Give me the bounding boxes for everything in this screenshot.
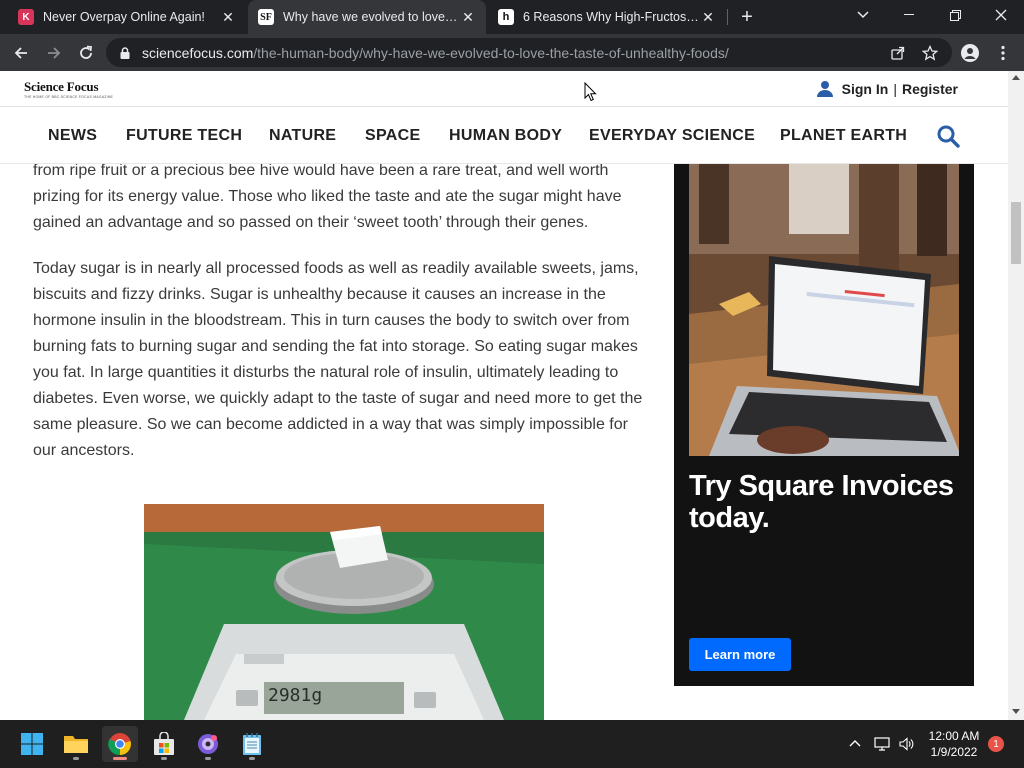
article-paragraph: Today sugar is in nearly all processed f… bbox=[33, 260, 643, 459]
media-app-button[interactable] bbox=[190, 726, 226, 762]
nav-item-space[interactable]: SPACE bbox=[365, 127, 420, 145]
ad-headline: Try Square Invoices today. bbox=[689, 470, 954, 534]
page-scrollbar[interactable] bbox=[1008, 71, 1024, 720]
tab-title: 6 Reasons Why High-Fructose Corn Syrup I… bbox=[523, 10, 700, 24]
tab-favicon-icon: K bbox=[18, 9, 34, 25]
tab-title: Never Overpay Online Again! bbox=[43, 10, 205, 24]
start-button[interactable] bbox=[14, 726, 50, 762]
register-link[interactable]: Register bbox=[902, 81, 958, 97]
disc-app-icon bbox=[198, 734, 218, 754]
learn-more-button[interactable]: Learn more bbox=[689, 638, 791, 671]
tab-separator bbox=[727, 9, 728, 25]
browser-tab[interactable]: K Never Overpay Online Again! ✕ bbox=[8, 0, 246, 34]
system-clock[interactable]: 12:00 AM 1/9/2022 bbox=[918, 728, 990, 760]
windows-logo-icon bbox=[21, 733, 43, 755]
forward-icon[interactable] bbox=[42, 41, 66, 65]
minimize-icon[interactable] bbox=[886, 0, 932, 30]
restore-icon[interactable] bbox=[932, 0, 978, 30]
site-logo[interactable]: Science Focus THE HOME OF BBC SCIENCE FO… bbox=[24, 79, 113, 99]
nav-item-human-body[interactable]: HUMAN BODY bbox=[449, 127, 562, 145]
notification-badge[interactable]: 1 bbox=[988, 736, 1004, 752]
logo-tagline: THE HOME OF BBC SCIENCE FOCUS MAGAZINE bbox=[24, 95, 114, 99]
clock-date: 1/9/2022 bbox=[930, 745, 978, 759]
reload-icon[interactable] bbox=[74, 41, 98, 65]
site-topbar: Science Focus THE HOME OF BBC SCIENCE FO… bbox=[0, 71, 1008, 107]
main-navigation: NEWS FUTURE TECH NATURE SPACE HUMAN BODY… bbox=[0, 107, 1008, 164]
volume-icon[interactable] bbox=[898, 736, 914, 752]
account-separator: | bbox=[893, 80, 897, 97]
browser-tab[interactable]: h 6 Reasons Why High-Fructose Corn Syrup… bbox=[488, 0, 726, 34]
scroll-down-icon[interactable] bbox=[1012, 709, 1020, 714]
notepad-icon bbox=[243, 733, 261, 755]
article-paragraph: from ripe fruit or a precious bee hive w… bbox=[33, 162, 622, 231]
microsoft-store-button[interactable] bbox=[146, 726, 182, 762]
tab-favicon-icon: h bbox=[498, 9, 514, 25]
windows-taskbar: 12:00 AM 1/9/2022 1 bbox=[0, 720, 1024, 768]
bookmark-star-icon[interactable] bbox=[922, 45, 938, 61]
browser-tab-active[interactable]: SF Why have we evolved to love the taste… bbox=[248, 0, 486, 34]
scale-display-reading: 2981g bbox=[268, 685, 323, 706]
store-bag-icon bbox=[154, 732, 174, 755]
account-links: Sign In | Register bbox=[816, 80, 958, 97]
ad-image-laptop bbox=[689, 164, 959, 456]
article-image-scale: 2981g bbox=[144, 504, 544, 720]
nav-item-planet-earth[interactable]: PLANET EARTH bbox=[780, 127, 907, 145]
scroll-up-icon[interactable] bbox=[1012, 75, 1020, 80]
search-icon[interactable] bbox=[936, 124, 960, 148]
logo-wordmark: Science Focus bbox=[24, 79, 99, 94]
url-text: sciencefocus.com/the-human-body/why-have… bbox=[142, 44, 729, 61]
nav-item-future-tech[interactable]: FUTURE TECH bbox=[126, 127, 242, 145]
nav-item-news[interactable]: NEWS bbox=[48, 127, 97, 145]
chrome-taskbar-button[interactable] bbox=[102, 726, 138, 762]
close-tab-icon[interactable]: ✕ bbox=[220, 9, 236, 25]
profile-icon[interactable] bbox=[958, 41, 982, 65]
tab-favicon-icon: SF bbox=[258, 9, 274, 25]
nav-item-nature[interactable]: NATURE bbox=[269, 127, 336, 145]
notepad-button[interactable] bbox=[234, 726, 270, 762]
close-window-icon[interactable] bbox=[978, 0, 1024, 30]
clock-time: 12:00 AM bbox=[928, 729, 980, 743]
tab-search-icon[interactable] bbox=[840, 0, 886, 30]
mouse-cursor-icon bbox=[584, 82, 597, 102]
new-tab-icon[interactable]: + bbox=[738, 7, 756, 27]
browser-menu-icon[interactable] bbox=[991, 41, 1015, 65]
file-explorer-button[interactable] bbox=[58, 726, 94, 762]
browser-tab-strip: K Never Overpay Online Again! ✕ SF Why h… bbox=[0, 0, 1024, 34]
lock-icon bbox=[120, 46, 130, 59]
scroll-thumb[interactable] bbox=[1011, 202, 1021, 264]
sign-in-link[interactable]: Sign In bbox=[842, 81, 889, 97]
chrome-icon bbox=[108, 733, 131, 756]
advertisement[interactable]: Try Square Invoices today. Learn more bbox=[674, 164, 974, 686]
nav-item-everyday-science[interactable]: EVERYDAY SCIENCE bbox=[589, 127, 755, 145]
browser-toolbar: sciencefocus.com/the-human-body/why-have… bbox=[0, 34, 1024, 71]
close-tab-icon[interactable]: ✕ bbox=[700, 9, 716, 25]
network-icon[interactable] bbox=[874, 736, 890, 752]
folder-icon bbox=[64, 736, 88, 753]
tab-title: Why have we evolved to love the taste of… bbox=[283, 10, 460, 24]
user-icon bbox=[816, 81, 833, 97]
address-bar[interactable]: sciencefocus.com/the-human-body/why-have… bbox=[106, 38, 952, 67]
web-page: from ripe fruit or a precious bee hive w… bbox=[0, 71, 1008, 720]
show-hidden-icons-chevron-icon[interactable] bbox=[847, 736, 863, 752]
back-icon[interactable] bbox=[9, 41, 33, 65]
close-tab-icon[interactable]: ✕ bbox=[460, 9, 476, 25]
share-icon[interactable] bbox=[890, 45, 906, 61]
